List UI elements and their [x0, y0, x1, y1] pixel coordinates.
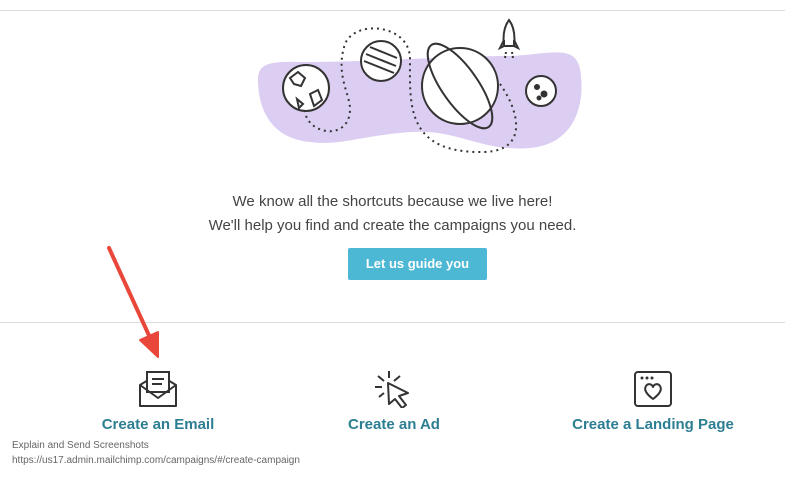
create-email-option[interactable]: Create an Email — [92, 368, 224, 433]
space-illustration — [258, 18, 582, 154]
create-landing-page-option[interactable]: Create a Landing Page — [566, 368, 740, 433]
create-ad-option[interactable]: Create an Ad — [337, 368, 451, 433]
moon — [525, 75, 557, 107]
tooltip-url: https://us17.admin.mailchimp.com/campaig… — [12, 455, 300, 466]
hero-line-1: We know all the shortcuts because we liv… — [232, 193, 553, 210]
striped-planet — [360, 40, 402, 82]
annotation-arrow-icon — [107, 246, 159, 358]
hero-message: We know all the shortcuts because we liv… — [0, 190, 785, 238]
envelope-icon — [139, 371, 177, 407]
tooltip-title: Explain and Send Screenshots — [12, 440, 149, 451]
earth-planet — [282, 64, 330, 112]
create-landing-page-label: Create a Landing Page — [572, 416, 734, 433]
create-email-label: Create an Email — [101, 416, 215, 433]
extension-tooltip: Explain and Send Screenshots https://us1… — [12, 438, 300, 468]
rocket — [497, 18, 521, 59]
browser-heart-icon — [634, 371, 672, 407]
hero-line-2: We'll help you find and create the campa… — [208, 217, 577, 234]
let-us-guide-you-button[interactable]: Let us guide you — [348, 248, 487, 280]
create-ad-label: Create an Ad — [348, 416, 440, 433]
cursor-click-icon — [375, 371, 409, 408]
top-divider — [0, 10, 785, 11]
